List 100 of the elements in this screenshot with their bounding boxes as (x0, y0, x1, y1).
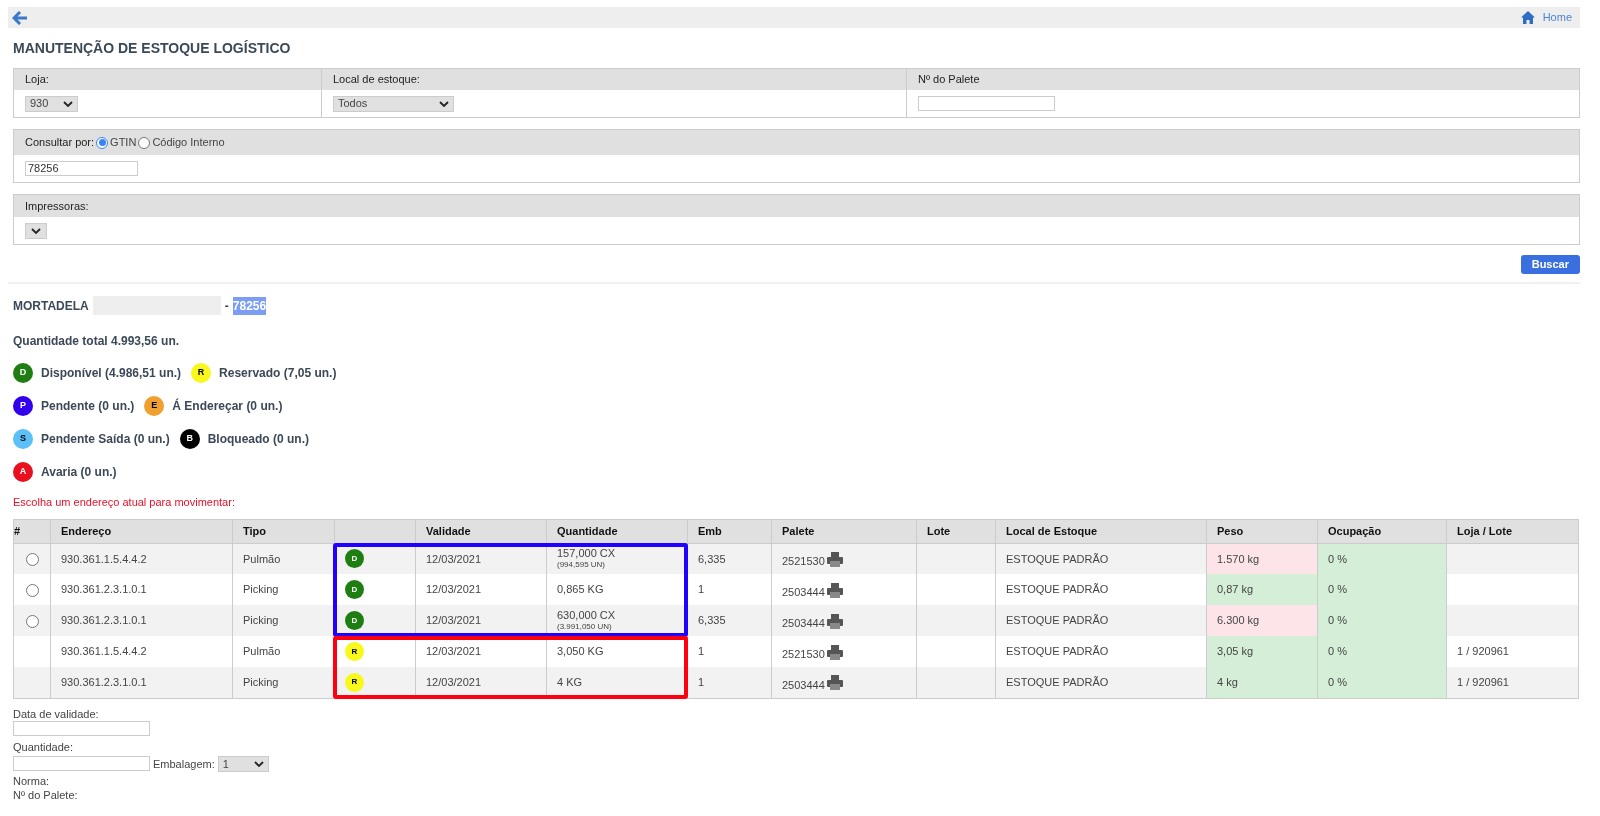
page-title: MANUTENÇÃO DE ESTOQUE LOGÍSTICO (12, 39, 292, 58)
table-cell: 0,87 kg (1217, 583, 1254, 596)
table-cell: Picking (243, 583, 279, 596)
radio-label: Código Interno (152, 135, 225, 151)
product-name: MORTADELA (13, 297, 89, 315)
table-cell: 0 % (1328, 583, 1347, 596)
table-cell: ESTOQUE PADRÃO (1006, 614, 1109, 627)
table-cell: 12/03/2021 (426, 676, 482, 688)
column-header: Lote (927, 524, 951, 537)
search-field[interactable]: 78256 (25, 161, 138, 176)
table-cell: 12/03/2021 (426, 614, 482, 627)
table-cell: 1 / 920961 (1457, 676, 1509, 688)
column-header: Palete (782, 524, 815, 537)
table-cell-text: 2503444 (782, 585, 825, 600)
table-cell: 4 kg (1217, 676, 1238, 688)
column-header: Emb (698, 524, 722, 537)
table-cell: 3,05 kg (1217, 645, 1254, 658)
table-cell-text: 2521530 (782, 647, 825, 662)
table-cell: Picking (243, 614, 279, 627)
caret-icon (439, 100, 449, 107)
radio-button[interactable] (25, 553, 39, 567)
table-cell: 930.361.1.5.4.4.2 (61, 552, 147, 565)
product-code: 78256 (232, 296, 267, 315)
printer-icon (826, 613, 843, 629)
field-label: Nº do Palete (918, 72, 980, 88)
table-cell: 6,335 (698, 614, 726, 627)
select-field[interactable]: 1 (217, 755, 269, 772)
total-quantity: Quantidade total 4.993,56 un. (13, 333, 181, 350)
table-cell-text: 2521530 (782, 554, 825, 570)
field-label: Loja: (25, 72, 49, 88)
table-cell: ESTOQUE PADRÃO (1006, 676, 1109, 688)
table-cell: 6.300 kg (1217, 614, 1260, 627)
table-cell: 1.570 kg (1217, 552, 1260, 565)
column-header: Loja / Lote (1457, 524, 1512, 537)
select-field[interactable] (25, 222, 47, 239)
table-cell: 930.361.2.3.1.0.1 (61, 583, 147, 596)
column-header: Tipo (243, 524, 266, 537)
text-field[interactable] (13, 756, 150, 772)
home-icon (1520, 11, 1535, 24)
table-cell: 930.361.2.3.1.0.1 (61, 676, 147, 688)
table-cell: ESTOQUE PADRÃO (1006, 645, 1109, 658)
table-cell: 0 % (1328, 552, 1347, 565)
form-label: Quantidade: (13, 739, 74, 754)
table-cell: Picking (243, 676, 279, 688)
legend-label: Bloqueado (0 un.) (207, 431, 310, 448)
table-cell: ESTOQUE PADRÃO (1006, 583, 1109, 596)
table-cell-text: 0,865 KG (557, 584, 605, 595)
search-button[interactable]: Buscar (1520, 255, 1580, 274)
radio-button[interactable] (25, 614, 39, 628)
back-arrow-icon (12, 10, 28, 25)
table-cell: 1 (698, 645, 705, 658)
radio-button[interactable] (138, 136, 151, 149)
table-cell-text: 2503444 (782, 616, 825, 631)
radio-button[interactable] (25, 583, 39, 597)
form-label: Embalagem: (153, 756, 215, 772)
legend-label: Avaria (0 un.) (41, 464, 117, 481)
legend-label: Á Endereçar (0 un.) (172, 397, 283, 415)
table-cell: 1 (698, 583, 705, 596)
table-cell: 1 (698, 676, 705, 688)
legend-label: Reservado (7,05 un.) (219, 365, 337, 382)
table-cell: 12/03/2021 (426, 645, 482, 658)
table-cell: 0 % (1328, 614, 1347, 627)
table-cell: Pulmão (243, 552, 281, 565)
form-label: Norma: (13, 774, 51, 788)
table-cell: ESTOQUE PADRÃO (1006, 552, 1109, 565)
radio-button[interactable] (96, 136, 109, 149)
instruction-text: Escolha um endereço atual para movimentar: (13, 495, 236, 510)
table-cell: 6,335 (698, 552, 726, 565)
column-header: Ocupação (1328, 524, 1382, 537)
select-field[interactable]: 930 (25, 95, 78, 112)
table-cell: Pulmão (243, 645, 281, 658)
printer-icon (826, 582, 843, 598)
table-cell-text: 2503444 (782, 677, 825, 693)
column-header: Endereço (61, 524, 112, 537)
form-label: Nº do Palete: (13, 788, 79, 802)
legend-label: Pendente (0 un.) (41, 398, 135, 415)
table-cell: 930.361.2.3.1.0.1 (61, 614, 147, 627)
table-cell: 930.361.1.5.4.4.2 (61, 645, 147, 658)
back-button[interactable] (12, 10, 28, 25)
text-field[interactable] (918, 96, 1055, 111)
table-cell: 1 / 920961 (1457, 645, 1509, 658)
column-header: Peso (1217, 524, 1244, 537)
select-field[interactable]: Todos (333, 95, 454, 112)
text-field[interactable] (13, 720, 150, 736)
printer-icon (826, 675, 843, 691)
field-label: Consultar por: (25, 135, 95, 151)
column-header: # (14, 524, 21, 537)
table-cell-text: 630,000 CX (557, 609, 617, 621)
column-header: Quantidade (557, 524, 618, 537)
column-header: Local de Estoque (1006, 524, 1098, 537)
form-label: Data de validade: (13, 706, 100, 721)
table-cell: 0 % (1328, 676, 1347, 688)
table-cell-text: (994,595 UN) (557, 559, 607, 570)
field-label: Local de estoque: (333, 72, 420, 88)
table-cell: 12/03/2021 (426, 583, 482, 596)
table-cell-text: 157,000 CX (557, 547, 617, 559)
legend-label: Pendente Saída (0 un.) (41, 431, 170, 448)
table-cell: 0 % (1328, 645, 1347, 658)
printer-icon (826, 551, 843, 567)
legend-label: Disponível (4.986,51 un.) (41, 365, 182, 382)
